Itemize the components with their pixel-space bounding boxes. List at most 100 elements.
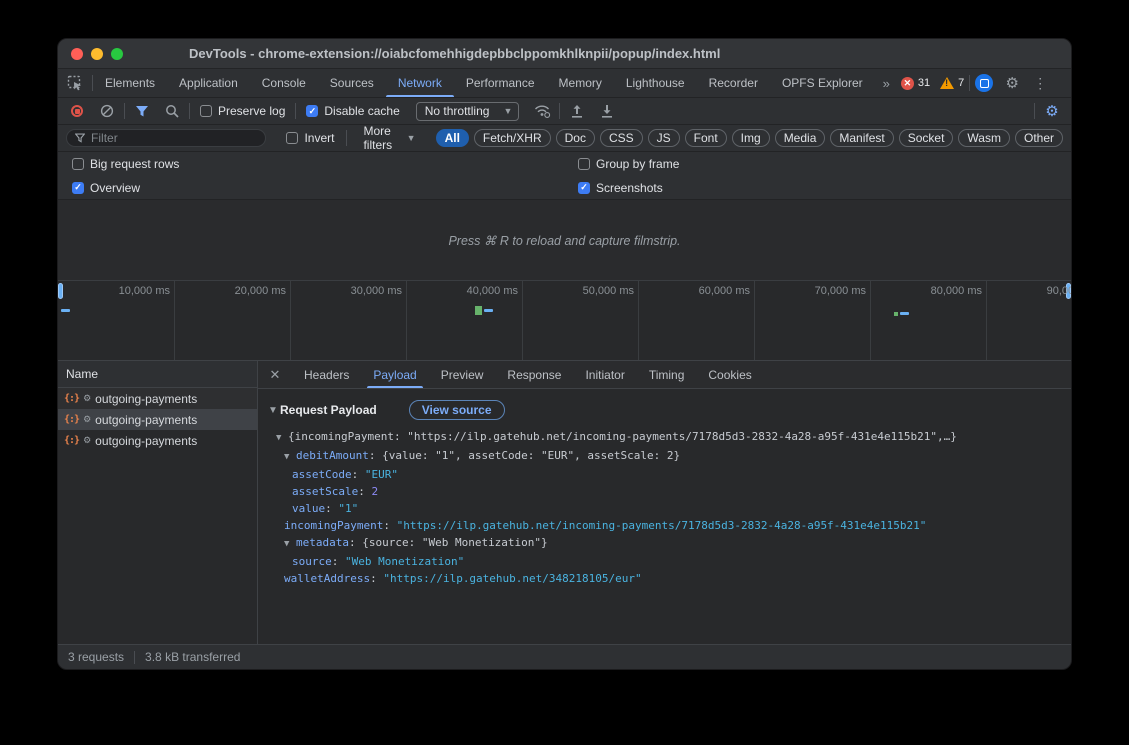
table-row-request[interactable]: {:}⚙outgoing-payments	[58, 388, 257, 409]
inspect-element-button[interactable]	[58, 69, 92, 97]
json-plain-token: :	[383, 519, 396, 532]
window-title: DevTools - chrome-extension://oiabcfomeh…	[189, 46, 720, 61]
expand-triangle-icon[interactable]: ▼	[284, 536, 296, 553]
extension-button[interactable]	[970, 69, 998, 97]
payload-tree-row[interactable]: value: "1"	[258, 500, 1071, 517]
detail-tab-headers[interactable]: Headers	[292, 361, 361, 388]
filter-pill-other[interactable]: Other	[1015, 129, 1063, 147]
settings-button[interactable]: ⚙	[998, 69, 1026, 97]
detail-tab-preview[interactable]: Preview	[429, 361, 496, 388]
request-count: 3 requests	[68, 650, 124, 664]
detail-tab-response[interactable]: Response	[495, 361, 573, 388]
payload-tree-row[interactable]: source: "Web Monetization"	[258, 553, 1071, 570]
detail-tab-timing[interactable]: Timing	[637, 361, 697, 388]
import-har-button[interactable]	[564, 100, 590, 122]
expand-triangle-icon[interactable]: ▼	[276, 430, 288, 447]
network-conditions-button[interactable]	[529, 100, 555, 122]
warning-badge[interactable]: 7	[935, 69, 969, 97]
tab-lighthouse[interactable]: Lighthouse	[614, 69, 697, 97]
payload-tree-row[interactable]: ▼metadata: {source: "Web Monetization"}	[258, 534, 1071, 553]
filter-pill-font[interactable]: Font	[685, 129, 727, 147]
close-icon: ✕	[270, 367, 281, 383]
filter-pill-doc[interactable]: Doc	[556, 129, 595, 147]
screenshots-box	[578, 182, 590, 194]
view-source-button[interactable]: View source	[409, 400, 505, 420]
payload-tree-row[interactable]: assetScale: 2	[258, 483, 1071, 500]
tab-network[interactable]: Network	[386, 69, 454, 97]
disable-cache-checkbox[interactable]: Disable cache	[300, 104, 405, 118]
payload-tree-row[interactable]: assetCode: "EUR"	[258, 466, 1071, 483]
invert-checkbox[interactable]: Invert	[280, 131, 340, 145]
request-detail-pane: ✕ HeadersPayloadPreviewResponseInitiator…	[258, 361, 1071, 644]
detail-tab-payload[interactable]: Payload	[361, 361, 428, 388]
payload-tree-row[interactable]: walletAddress: "https://ilp.gatehub.net/…	[258, 570, 1071, 587]
filter-pill-manifest[interactable]: Manifest	[830, 129, 893, 147]
close-window-button[interactable]	[71, 48, 83, 60]
json-key-token: assetCode	[292, 468, 352, 481]
close-detail-button[interactable]: ✕	[258, 361, 292, 388]
more-tabs-button[interactable]: »	[875, 69, 896, 97]
tab-recorder[interactable]: Recorder	[697, 69, 770, 97]
tab-sources[interactable]: Sources	[318, 69, 386, 97]
payload-tree-row[interactable]: ▼{incomingPayment: "https://ilp.gatehub.…	[258, 428, 1071, 447]
big-request-rows-checkbox[interactable]: Big request rows	[66, 157, 185, 171]
options-row-2: Overview Screenshots	[58, 176, 1071, 200]
tab-opfs-explorer[interactable]: OPFS Explorer	[770, 69, 875, 97]
timeline-gridline	[986, 281, 987, 360]
network-settings-button[interactable]: ⚙	[1039, 100, 1065, 122]
expand-triangle-icon[interactable]: ▼	[284, 449, 296, 466]
filter-pill-media[interactable]: Media	[775, 129, 826, 147]
name-column-header[interactable]: Name	[58, 361, 257, 388]
filter-pill-css[interactable]: CSS	[600, 129, 643, 147]
overview-left-handle[interactable]	[58, 283, 63, 299]
clear-network-log-button[interactable]	[94, 100, 120, 122]
table-row-request[interactable]: {:}⚙outgoing-payments	[58, 430, 257, 451]
filter-input[interactable]	[91, 131, 257, 145]
search-button[interactable]	[159, 100, 185, 122]
minimize-window-button[interactable]	[91, 48, 103, 60]
more-filters-button[interactable]: More filters ▼	[353, 124, 425, 152]
json-key-token: debitAmount	[296, 449, 369, 462]
tab-performance[interactable]: Performance	[454, 69, 547, 97]
record-network-log-button[interactable]	[64, 100, 90, 122]
screenshots-checkbox[interactable]: Screenshots	[572, 181, 669, 195]
transferred-size: 3.8 kB transferred	[145, 650, 240, 664]
gear-icon: ⚙	[83, 435, 91, 446]
toolbar-separator-1	[124, 103, 125, 119]
tab-console[interactable]: Console	[250, 69, 318, 97]
export-har-button[interactable]	[594, 100, 620, 122]
json-string-token: "EUR"	[365, 468, 398, 481]
maximize-window-button[interactable]	[111, 48, 123, 60]
invert-label: Invert	[304, 131, 334, 145]
json-plain-token: {value: "1", assetCode: "EUR", assetScal…	[382, 449, 680, 462]
filter-pill-all[interactable]: All	[436, 129, 469, 147]
preserve-log-checkbox[interactable]: Preserve log	[194, 104, 291, 118]
payload-tree-row[interactable]: incomingPayment: "https://ilp.gatehub.ne…	[258, 517, 1071, 534]
overview-request-mark-dot	[894, 312, 898, 316]
traffic-lights	[58, 48, 133, 60]
filter-pill-socket[interactable]: Socket	[899, 129, 954, 147]
tab-elements[interactable]: Elements	[93, 69, 167, 97]
overview-checkbox[interactable]: Overview	[66, 181, 146, 195]
tab-application[interactable]: Application	[167, 69, 250, 97]
request-payload-section-header[interactable]: ▼ Request Payload View source	[258, 398, 1071, 422]
request-name: outgoing-payments	[95, 434, 197, 448]
timeline-tick-label: 20,000 ms	[190, 285, 286, 297]
tab-memory[interactable]: Memory	[547, 69, 614, 97]
error-badge[interactable]: ✕ 31	[896, 69, 935, 97]
filter-pill-fetch-xhr[interactable]: Fetch/XHR	[474, 129, 551, 147]
table-row-request[interactable]: {:}⚙outgoing-payments	[58, 409, 257, 430]
filter-input-box[interactable]	[66, 129, 266, 147]
detail-tab-initiator[interactable]: Initiator	[573, 361, 636, 388]
menu-button[interactable]: ⋮	[1026, 69, 1054, 97]
network-overview-timeline[interactable]: 10,000 ms20,000 ms30,000 ms40,000 ms50,0…	[58, 281, 1071, 361]
filter-pill-wasm[interactable]: Wasm	[958, 129, 1010, 147]
payload-tree-row[interactable]: ▼debitAmount: {value: "1", assetCode: "E…	[258, 447, 1071, 466]
json-string-token: "1"	[338, 502, 358, 515]
throttling-select[interactable]: No throttling ▼	[416, 102, 520, 121]
group-by-frame-checkbox[interactable]: Group by frame	[572, 157, 685, 171]
filter-pill-img[interactable]: Img	[732, 129, 770, 147]
detail-tab-cookies[interactable]: Cookies	[696, 361, 763, 388]
filter-pill-js[interactable]: JS	[648, 129, 680, 147]
filter-toggle-button[interactable]	[129, 100, 155, 122]
